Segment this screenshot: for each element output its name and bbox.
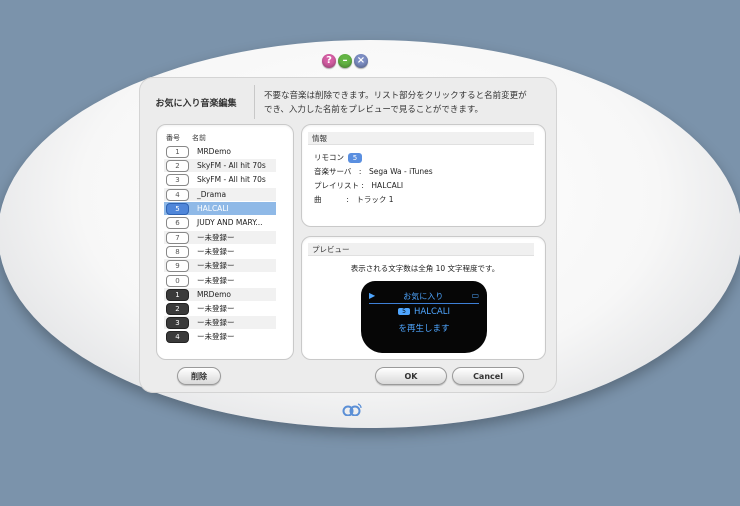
minimize-icon[interactable]: – <box>338 54 352 68</box>
item-number-badge: 2 <box>166 159 189 172</box>
delete-button[interactable]: 削除 <box>177 367 221 385</box>
cancel-button[interactable]: Cancel <box>452 367 524 385</box>
item-name: ー未登録ー <box>197 332 235 341</box>
item-number-badge: 5 <box>166 202 189 215</box>
item-name: SkyFM - All hit 70s <box>197 161 266 170</box>
list-item[interactable]: 3 ー未登録ー <box>164 316 276 329</box>
item-name: HALCALI <box>197 204 229 213</box>
playlist-row: プレイリスト : HALCALI <box>314 181 404 190</box>
list-item[interactable]: 1 MRDemo <box>164 145 276 158</box>
battery-icon: ▭ <box>471 291 479 300</box>
item-name: MRDemo <box>197 147 231 156</box>
item-name: JUDY AND MARY... <box>197 218 263 227</box>
song-label: 曲 <box>314 195 322 204</box>
description-line-2: でき、入力した名前をプレビューで見ることができます。 <box>264 105 484 115</box>
item-number-badge: 2 <box>166 302 189 315</box>
item-name: _Drama <box>197 190 227 199</box>
play-icon: ▶ <box>369 291 376 300</box>
ok-button[interactable]: OK <box>375 367 447 385</box>
item-name: ー未登録ー <box>197 261 235 270</box>
list-item[interactable]: 8 ー未登録ー <box>164 245 276 258</box>
header-divider <box>254 85 255 119</box>
list-item[interactable]: 0 ー未登録ー <box>164 274 276 287</box>
item-number-badge: 1 <box>166 288 189 301</box>
item-number-badge: 0 <box>166 274 189 287</box>
item-name: ー未登録ー <box>197 233 235 242</box>
close-icon[interactable]: × <box>354 54 368 68</box>
item-name: ー未登録ー <box>197 318 235 327</box>
item-number-badge: 4 <box>166 330 189 343</box>
item-number-badge: 3 <box>166 316 189 329</box>
server-row: 音楽サーバ : Sega Wa - iTunes <box>314 167 433 176</box>
list-item[interactable]: 4 ー未登録ー <box>164 330 276 343</box>
server-value: Sega Wa - iTunes <box>368 167 433 176</box>
list-header: 番号 名前 <box>164 132 276 144</box>
list-item[interactable]: 6 JUDY AND MARY... <box>164 216 276 229</box>
item-name: MRDemo <box>197 290 231 299</box>
list-item[interactable]: 1 MRDemo <box>164 288 276 301</box>
item-number-badge: 3 <box>166 173 189 186</box>
column-number-header: 番号 <box>166 134 180 142</box>
help-icon[interactable]: ? <box>322 54 336 68</box>
item-number-badge: 7 <box>166 231 189 244</box>
server-label: 音楽サーバ <box>314 167 352 176</box>
dialog-description: 不要な音楽は削除できます。リスト部分をクリックすると名前変更が でき、入力した名… <box>264 89 549 117</box>
lcd-line-1: ▶ お気に入り ▭ <box>369 291 479 304</box>
list-item[interactable]: 2 ー未登録ー <box>164 302 276 315</box>
list-item[interactable]: 7 ー未登録ー <box>164 231 276 244</box>
item-name: SkyFM - All hit 70s <box>197 175 266 184</box>
list-item[interactable]: 9 ー未登録ー <box>164 259 276 272</box>
song-value: トラック 1 <box>356 195 394 204</box>
item-name: ー未登録ー <box>197 247 235 256</box>
list-item[interactable]: 3 SkyFM - All hit 70s <box>164 173 276 186</box>
lcd-line-3: を再生します <box>398 324 450 334</box>
list-item[interactable]: 2 SkyFM - All hit 70s <box>164 159 276 172</box>
lcd-preview: ▶ お気に入り ▭ 5 HALCALI を再生します <box>361 281 487 353</box>
info-title-bar <box>308 132 534 145</box>
remocon-badge: 5 <box>348 153 362 163</box>
logo-icon <box>342 403 362 416</box>
dialog-title: お気に入り音楽編集 <box>155 99 237 109</box>
lcd-line-2: 5 HALCALI <box>361 307 487 317</box>
item-number-badge: 1 <box>166 145 189 158</box>
lcd-line-2-text: HALCALI <box>414 307 450 317</box>
song-row: 曲 : トラック 1 <box>314 195 394 204</box>
playlist-label: プレイリスト <box>314 181 359 190</box>
window-controls: ? – × <box>322 54 368 68</box>
item-number-badge: 6 <box>166 216 189 229</box>
list-item-selected[interactable]: 5 HALCALI <box>164 202 276 215</box>
item-name: ー未登録ー <box>197 304 235 313</box>
preview-title: プレビュー <box>312 245 350 254</box>
lcd-line-1-text: お気に入り <box>403 292 444 301</box>
remocon-label: リモコン <box>314 153 344 162</box>
description-line-1: 不要な音楽は削除できます。リスト部分をクリックすると名前変更が <box>264 91 527 101</box>
column-name-header: 名前 <box>192 134 206 142</box>
item-number-badge: 4 <box>166 188 189 201</box>
lcd-remocon-badge: 5 <box>398 308 411 315</box>
item-number-badge: 8 <box>166 245 189 258</box>
remocon-row: リモコン 5 <box>314 152 362 163</box>
info-title: 情報 <box>312 134 327 143</box>
playlist-value: HALCALI <box>371 181 404 190</box>
preview-caption: 表示される文字数は全角 10 文字程度です。 <box>350 264 500 273</box>
list-item[interactable]: 4 _Drama <box>164 188 276 201</box>
item-number-badge: 9 <box>166 259 189 272</box>
item-name: ー未登録ー <box>197 276 235 285</box>
